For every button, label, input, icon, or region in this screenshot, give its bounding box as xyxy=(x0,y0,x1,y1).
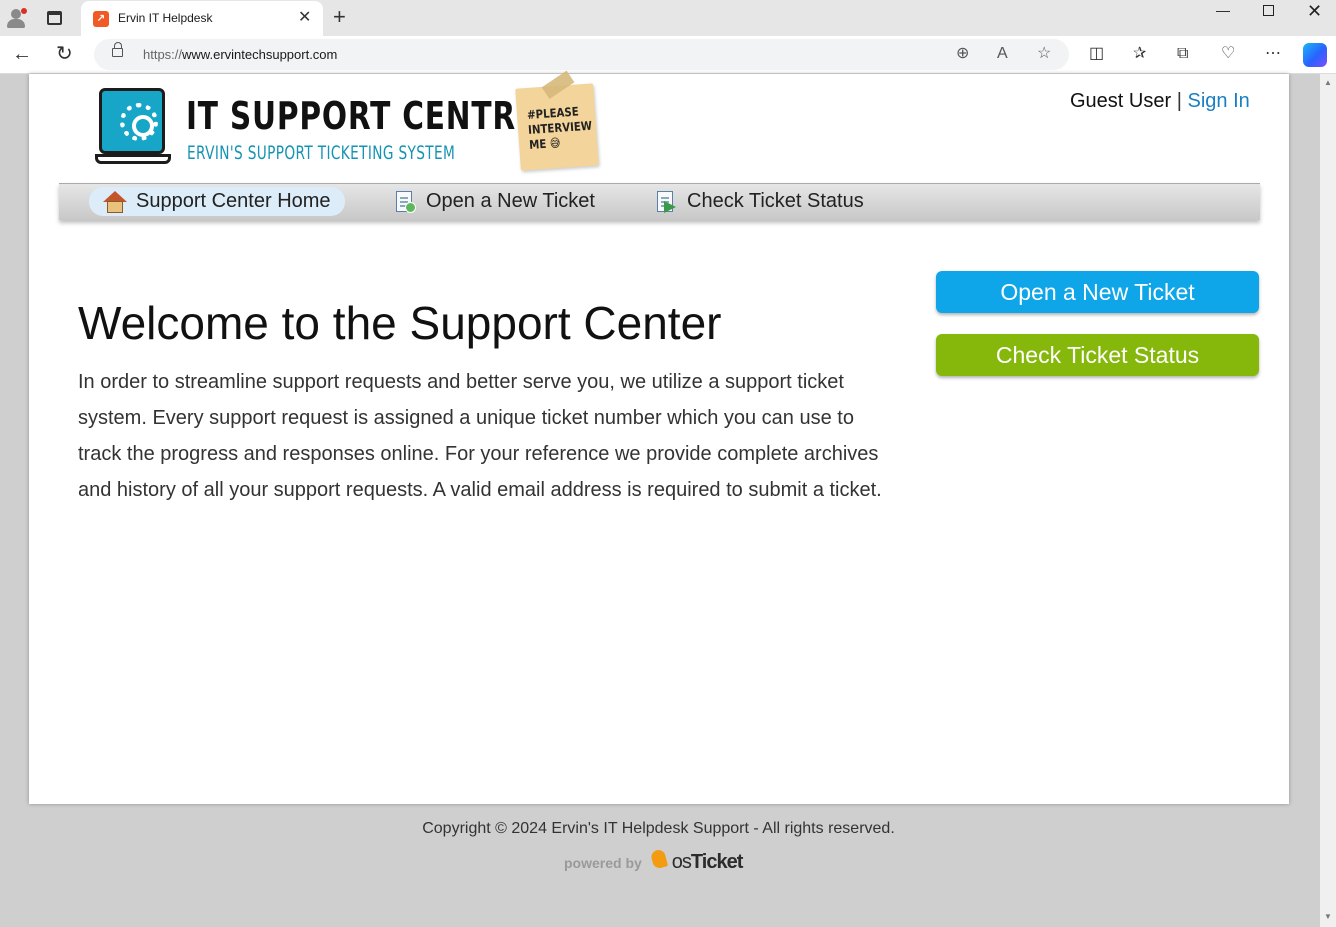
close-icon[interactable]: ✕ xyxy=(298,9,311,27)
page-title: Welcome to the Support Center xyxy=(78,297,722,349)
close-window-icon[interactable]: ✕ xyxy=(1307,1,1322,22)
open-ticket-button[interactable]: Open a New Ticket xyxy=(936,271,1259,313)
back-icon[interactable]: ← xyxy=(12,44,32,64)
sticky-note: #PLEASE INTERVIEW ME 😅 xyxy=(515,83,599,171)
separator: | xyxy=(1176,90,1182,112)
address-bar[interactable]: https://www.ervintechsupport.com ⊕ A ☆ xyxy=(94,39,1069,70)
tab-actions-icon[interactable] xyxy=(44,8,64,28)
split-screen-icon[interactable]: ◫ xyxy=(1089,46,1104,62)
main-nav: Support Center Home Open a New Ticket Ch… xyxy=(59,183,1260,220)
copilot-icon[interactable] xyxy=(1303,43,1327,67)
powered-by-osticket[interactable]: powered by osTicket xyxy=(564,844,744,874)
collections-icon[interactable]: ⧉ xyxy=(1177,46,1188,62)
osticket-logo: osTicket xyxy=(671,851,744,873)
nav-item-label: Check Ticket Status xyxy=(687,190,864,212)
logo-subtitle: ERVIN'S SUPPORT TICKETING SYSTEM xyxy=(187,142,456,164)
favicon: ↗ xyxy=(93,11,109,27)
user-area: Guest User | Sign In xyxy=(1070,90,1250,113)
nav-item-open-ticket[interactable]: Open a New Ticket xyxy=(393,187,595,216)
laptop-gear-icon xyxy=(95,86,171,166)
url-text[interactable]: https://www.ervintechsupport.com xyxy=(143,47,337,62)
browser-essentials-icon[interactable]: ♡ xyxy=(1221,46,1235,62)
new-ticket-icon xyxy=(393,190,417,213)
profile-icon[interactable] xyxy=(6,8,27,28)
intro-paragraph: In order to streamline support requests … xyxy=(78,371,882,501)
scroll-down-icon[interactable]: ▼ xyxy=(1324,912,1332,921)
ticket-status-icon xyxy=(654,190,678,213)
scroll-up-icon[interactable]: ▲ xyxy=(1324,78,1332,87)
zoom-icon[interactable]: ⊕ xyxy=(956,46,969,62)
tab-title: Ervin IT Helpdesk xyxy=(118,11,213,25)
page-viewport: IT SUPPORT CENTRE ERVIN'S SUPPORT TICKET… xyxy=(0,74,1320,927)
browser-tab[interactable]: ↗ Ervin IT Helpdesk ✕ xyxy=(81,1,323,36)
more-icon[interactable]: ⋯ xyxy=(1265,46,1281,62)
browser-toolbar: ← ↻ https://www.ervintechsupport.com ⊕ A… xyxy=(0,36,1336,74)
nav-item-label: Support Center Home xyxy=(136,190,331,212)
kangaroo-icon xyxy=(648,848,670,874)
powered-by-label: powered by xyxy=(564,855,642,871)
site-logo[interactable]: IT SUPPORT CENTRE ERVIN'S SUPPORT TICKET… xyxy=(95,83,605,176)
read-aloud-icon[interactable]: A xyxy=(997,46,1008,62)
nav-item-check-status[interactable]: Check Ticket Status xyxy=(654,187,864,216)
sticky-note-text: #PLEASE INTERVIEW ME 😅 xyxy=(526,104,593,152)
scrollbar[interactable]: ▲ ▼ xyxy=(1320,74,1336,927)
check-status-button[interactable]: Check Ticket Status xyxy=(936,334,1259,376)
browser-tab-bar: ↗ Ervin IT Helpdesk ✕ + — ✕ xyxy=(0,0,1336,36)
nav-item-home[interactable]: Support Center Home xyxy=(89,187,345,216)
favorite-star-icon[interactable]: ☆ xyxy=(1037,46,1051,62)
reload-icon[interactable]: ↻ xyxy=(56,44,73,64)
nav-item-label: Open a New Ticket xyxy=(426,190,595,212)
minimize-icon[interactable]: — xyxy=(1216,2,1230,18)
guest-user-label: Guest User xyxy=(1070,90,1172,112)
copyright-text: Copyright © 2024 Ervin's IT Helpdesk Sup… xyxy=(422,820,895,837)
favorites-icon[interactable]: ✰ xyxy=(1133,46,1146,62)
lock-icon[interactable] xyxy=(112,42,123,57)
house-icon xyxy=(103,190,127,213)
sign-in-link[interactable]: Sign In xyxy=(1187,90,1249,112)
page-container: IT SUPPORT CENTRE ERVIN'S SUPPORT TICKET… xyxy=(29,74,1289,804)
new-tab-icon[interactable]: + xyxy=(333,6,346,28)
maximize-icon[interactable] xyxy=(1263,5,1274,16)
logo-title: IT SUPPORT CENTRE xyxy=(186,94,538,138)
